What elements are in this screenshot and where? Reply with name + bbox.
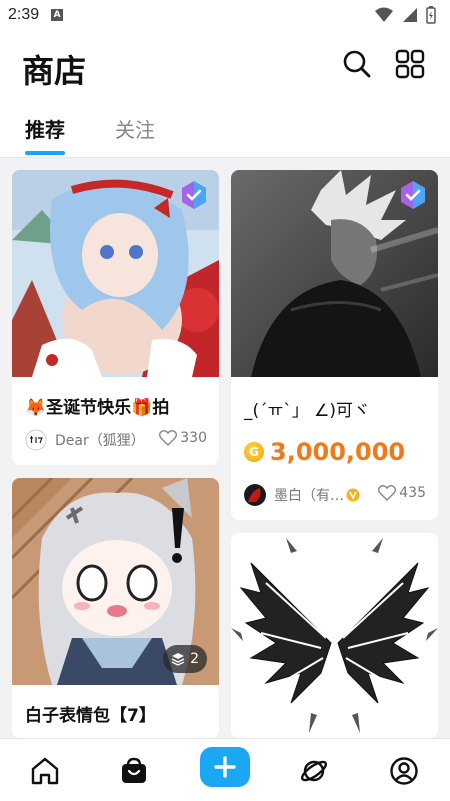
nav-discover[interactable] xyxy=(294,751,334,791)
heart-icon xyxy=(159,430,178,446)
active-tab-indicator xyxy=(25,151,65,155)
bottom-navigation xyxy=(0,738,450,801)
product-name: _(´ㅠ`」 ∠)可ヾ xyxy=(244,401,371,421)
author-name: 墨白（有… xyxy=(274,488,344,504)
search-button[interactable] xyxy=(341,48,373,80)
plus-icon xyxy=(214,756,236,778)
product-name: 🦊圣诞节快乐🎁拍 xyxy=(25,398,170,418)
author-info[interactable]: Dear（狐狸） xyxy=(25,429,145,451)
heart-icon xyxy=(378,485,397,501)
like-button[interactable]: 435 xyxy=(378,485,426,501)
notification-icon: A xyxy=(51,9,64,21)
image-count: 2 xyxy=(190,651,199,667)
product-name: 白子表情包【7】 xyxy=(25,706,156,726)
avatar xyxy=(244,484,266,506)
nav-create-button[interactable] xyxy=(200,747,250,787)
product-image xyxy=(231,533,438,738)
image-count-badge: 2 xyxy=(163,645,207,673)
tab-recommend[interactable]: 推荐 xyxy=(25,114,65,143)
product-card[interactable] xyxy=(231,533,438,738)
vip-badge-icon xyxy=(346,488,360,502)
home-icon xyxy=(31,757,59,785)
product-card[interactable]: 🦊圣诞节快乐🎁拍 Dear（狐狸） 330 xyxy=(12,170,219,465)
nav-profile[interactable] xyxy=(384,751,424,791)
coin-icon: G xyxy=(244,442,264,462)
search-icon xyxy=(343,50,371,78)
page-title: 商店 xyxy=(22,52,87,90)
verified-badge-icon xyxy=(401,181,425,209)
planet-icon xyxy=(300,760,328,782)
verified-badge-icon xyxy=(182,181,206,209)
signal-icon xyxy=(375,7,393,22)
nav-home[interactable] xyxy=(25,751,65,791)
shop-bag-icon xyxy=(122,757,146,783)
author-info[interactable]: 墨白（有… xyxy=(244,484,360,506)
header: 商店 推荐 关注 xyxy=(0,30,450,158)
author-name: Dear（狐狸） xyxy=(55,433,145,449)
status-time: 2:39 xyxy=(8,6,40,23)
product-card[interactable]: _(´ㅠ`」 ∠)可ヾ G 3,000,000 墨白（有… 435 xyxy=(231,170,438,520)
nav-shop[interactable] xyxy=(114,751,154,791)
grid-icon xyxy=(395,49,425,79)
layers-icon xyxy=(171,653,185,666)
category-button[interactable] xyxy=(394,48,426,80)
cellular-icon xyxy=(403,8,417,22)
avatar xyxy=(25,429,47,451)
profile-icon xyxy=(390,757,418,785)
like-count: 435 xyxy=(399,485,426,501)
battery-icon xyxy=(426,6,436,24)
price: G 3,000,000 xyxy=(244,438,405,466)
tab-follow[interactable]: 关注 xyxy=(115,114,155,143)
like-count: 330 xyxy=(180,430,207,446)
price-value: 3,000,000 xyxy=(270,438,406,466)
product-card[interactable]: 2 白子表情包【7】 xyxy=(12,478,219,738)
like-button[interactable]: 330 xyxy=(159,430,207,446)
status-bar: 2:39 A xyxy=(0,0,450,30)
